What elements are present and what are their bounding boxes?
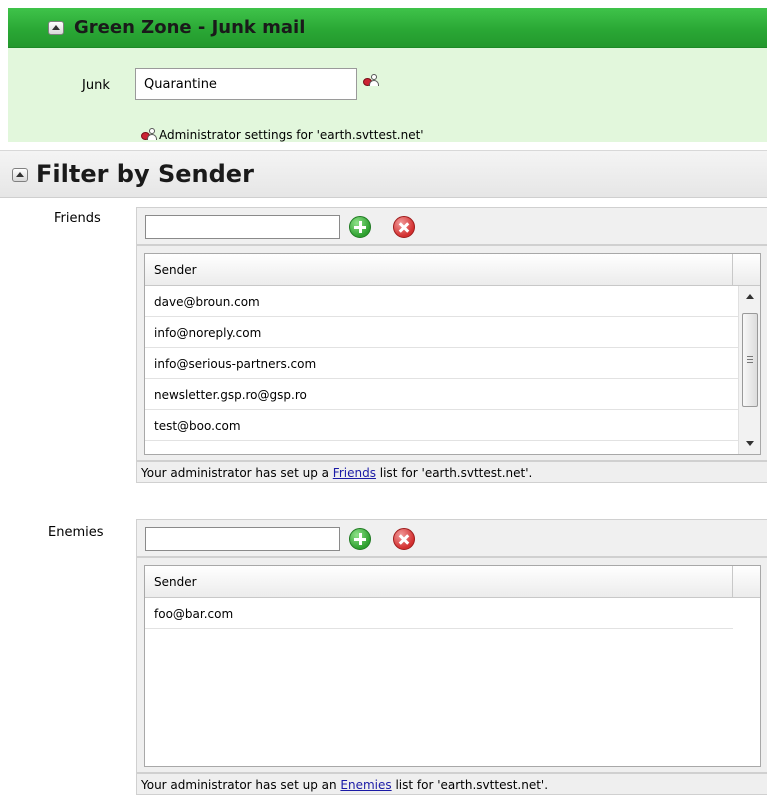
friends-toolbar	[136, 207, 767, 245]
collapse-icon[interactable]	[12, 168, 28, 182]
admin-settings-note: Administrator settings for 'earth.svttes…	[159, 128, 424, 142]
green-zone-title: Green Zone - Junk mail	[74, 17, 306, 38]
junk-select[interactable]: Quarantine	[135, 68, 357, 100]
enemies-toolbar	[136, 519, 767, 557]
friends-list-panel: Sender dave@broun.com info@noreply.com i…	[136, 245, 767, 461]
table-row[interactable]: test@boo.com	[145, 410, 739, 441]
enemies-link[interactable]: Enemies	[340, 778, 391, 792]
friends-admin-note: Your administrator has set up a Friends …	[136, 461, 767, 483]
remove-icon[interactable]	[393, 528, 415, 550]
scroll-thumb[interactable]	[742, 313, 758, 407]
filter-header: Filter by Sender	[0, 150, 767, 198]
table-row[interactable]: info@serious-partners.com	[145, 348, 739, 379]
admin-lock-icon	[363, 74, 381, 90]
friends-grid: Sender dave@broun.com info@noreply.com i…	[144, 253, 761, 455]
friends-link[interactable]: Friends	[333, 466, 376, 480]
admin-lock-icon	[141, 128, 159, 142]
filter-title: Filter by Sender	[36, 160, 254, 188]
enemies-label: Enemies	[48, 525, 104, 540]
friends-scrollbar[interactable]	[738, 286, 760, 454]
enemies-admin-note: Your administrator has set up an Enemies…	[136, 773, 767, 795]
friends-input[interactable]	[145, 215, 340, 239]
enemies-list-panel: Sender foo@bar.com	[136, 557, 767, 773]
column-header-sender[interactable]: Sender	[154, 263, 197, 277]
remove-icon[interactable]	[393, 216, 415, 238]
add-icon[interactable]	[349, 216, 371, 238]
green-zone-panel: Green Zone - Junk mail Junk Quarantine A…	[8, 8, 767, 142]
column-header-sender[interactable]: Sender	[154, 575, 197, 589]
add-icon[interactable]	[349, 528, 371, 550]
table-row[interactable]: newsletter.gsp.ro@gsp.ro	[145, 379, 739, 410]
scroll-down-icon[interactable]	[746, 441, 754, 446]
friends-label: Friends	[54, 211, 101, 226]
enemies-grid: Sender foo@bar.com	[144, 565, 761, 767]
table-row[interactable]: foo@bar.com	[145, 598, 733, 629]
green-zone-header: Green Zone - Junk mail	[8, 8, 767, 48]
scroll-up-icon[interactable]	[746, 294, 754, 299]
grid-header: Sender	[145, 566, 760, 598]
enemies-input[interactable]	[145, 527, 340, 551]
table-row[interactable]: dave@broun.com	[145, 286, 739, 317]
grid-header: Sender	[145, 254, 760, 286]
table-row[interactable]: info@noreply.com	[145, 317, 739, 348]
collapse-icon[interactable]	[48, 21, 64, 35]
junk-label: Junk	[82, 78, 110, 93]
